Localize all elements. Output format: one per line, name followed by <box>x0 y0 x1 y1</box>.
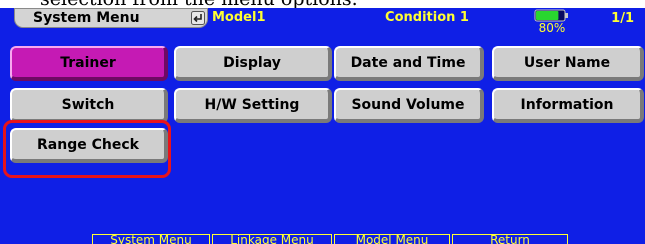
return-arrow-icon[interactable] <box>191 11 205 25</box>
footer-tab-linkage-menu[interactable]: Linkage Menu <box>212 234 332 244</box>
user-name-button[interactable]: User Name <box>492 46 644 81</box>
display-button[interactable]: Display <box>174 46 332 81</box>
page-indicator: 1/1 <box>611 11 634 26</box>
caption-strip: selection from the menu options. <box>0 0 645 8</box>
title-bar: System Menu Model1 Condition 1 80% 1/1 <box>0 8 645 35</box>
hw-setting-button[interactable]: H/W Setting <box>174 88 332 123</box>
battery-percent: 80% <box>538 21 566 35</box>
system-menu-tab[interactable]: System Menu <box>14 8 208 28</box>
footer-tab-system-menu[interactable]: System Menu <box>92 234 210 244</box>
switch-button[interactable]: Switch <box>10 88 168 123</box>
range-check-button[interactable]: Range Check <box>10 128 168 163</box>
footer-tab-return[interactable]: Return <box>452 234 568 244</box>
date-and-time-button[interactable]: Date and Time <box>334 46 484 81</box>
condition-label: Condition 1 <box>385 10 469 25</box>
transmitter-screen: System Menu Model1 Condition 1 80% 1/1 T… <box>0 8 645 244</box>
sound-volume-button[interactable]: Sound Volume <box>334 88 484 123</box>
battery-icon <box>534 9 568 22</box>
model-name: Model1 <box>212 10 266 25</box>
system-menu-title: System Menu <box>33 10 140 26</box>
bottom-menu-bar: System Menu Linkage Menu Model Menu Retu… <box>0 234 645 244</box>
information-button[interactable]: Information <box>492 88 644 123</box>
trainer-button[interactable]: Trainer <box>10 46 168 81</box>
caption-text: selection from the menu options. <box>40 0 358 8</box>
footer-tab-model-menu[interactable]: Model Menu <box>334 234 450 244</box>
